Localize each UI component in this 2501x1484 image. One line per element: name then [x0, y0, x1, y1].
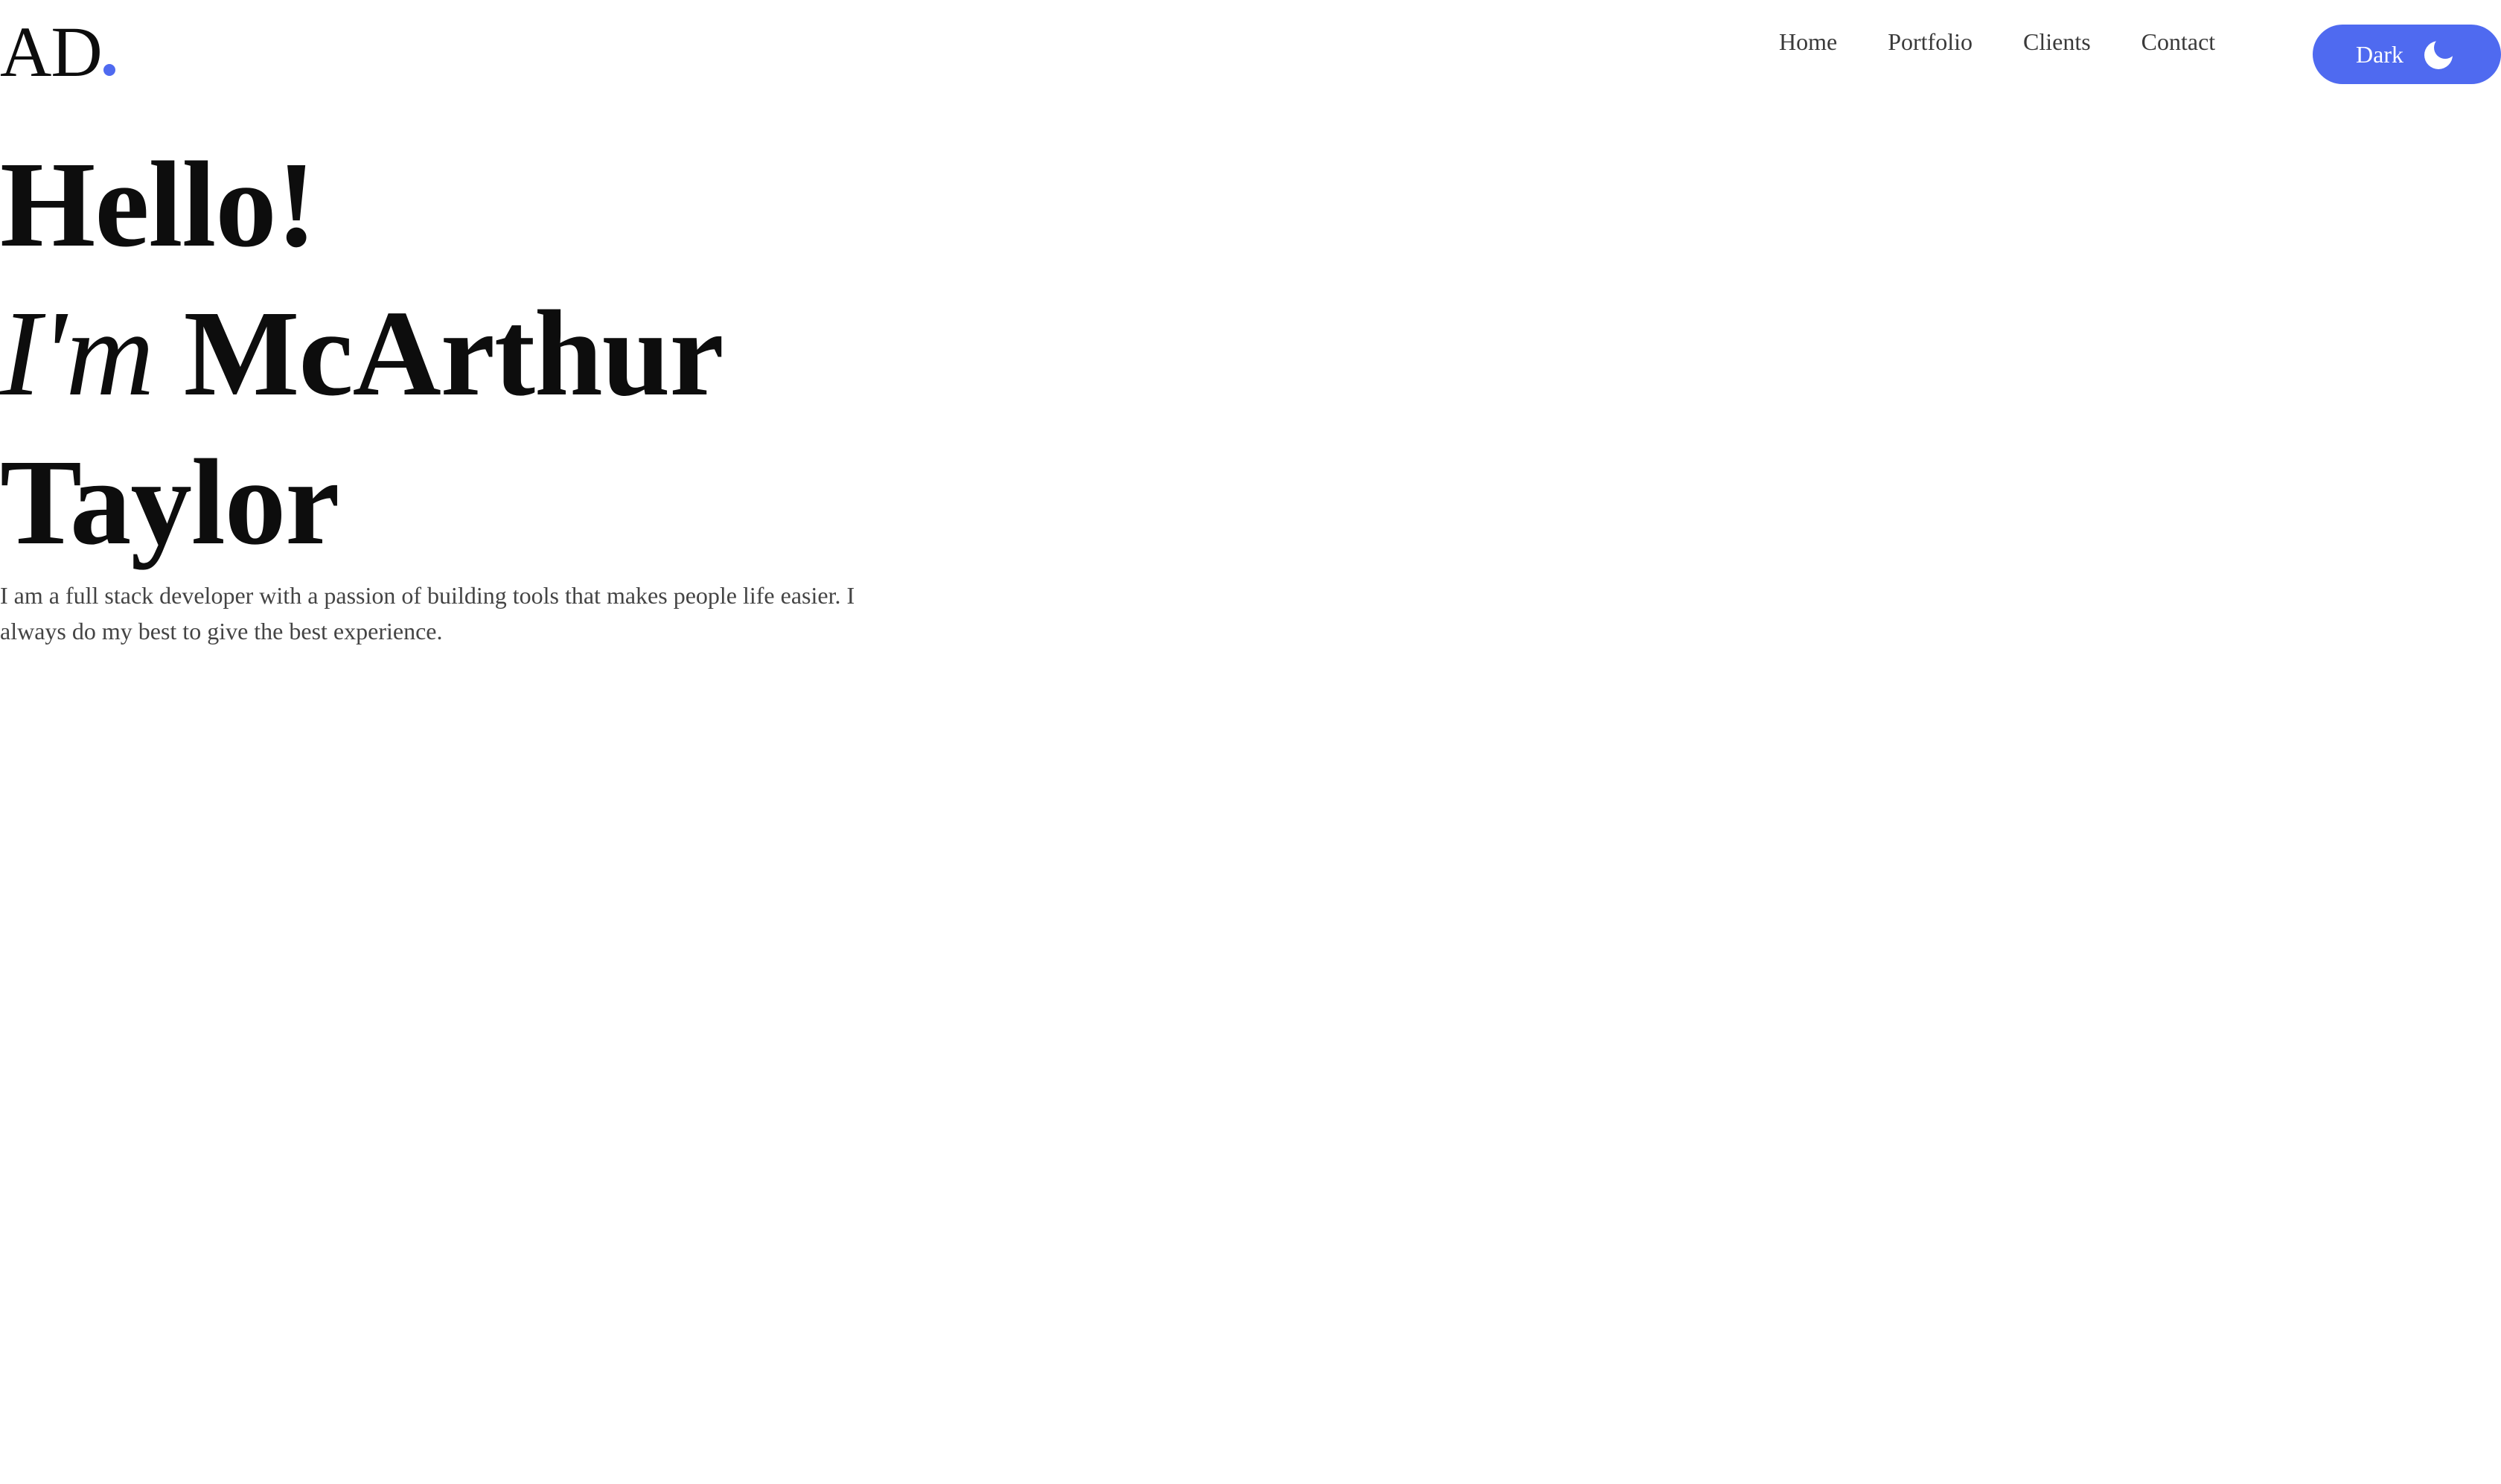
hero-heading: Hello! I'm McArthur Taylor — [0, 130, 724, 577]
site-logo[interactable]: AD — [0, 7, 115, 97]
logo-accent-dot — [103, 64, 115, 76]
logo-text: AD — [0, 12, 103, 92]
dark-mode-toggle-button[interactable]: Dark — [2313, 25, 2501, 84]
hero-greeting: Hello! — [0, 136, 317, 272]
nav-link-portfolio[interactable]: Portfolio — [1888, 25, 1973, 58]
hero-last-name: Taylor — [0, 434, 339, 570]
nav-link-contact[interactable]: Contact — [2141, 25, 2216, 58]
nav-link-home[interactable]: Home — [1779, 25, 1837, 58]
moon-icon — [2423, 38, 2456, 71]
hero-first-name: McArthur — [183, 285, 724, 421]
hero-name-line: I'm McArthur — [0, 279, 724, 428]
hero-description: I am a full stack developer with a passi… — [0, 582, 855, 645]
dark-mode-label: Dark — [2356, 41, 2403, 68]
page: AD Home Portfolio Clients Contact Dark H… — [0, 0, 2501, 1484]
hero-intro-prefix: I'm — [0, 285, 154, 421]
main-nav: Home Portfolio Clients Contact — [1779, 25, 2215, 58]
nav-link-clients[interactable]: Clients — [2023, 25, 2091, 58]
